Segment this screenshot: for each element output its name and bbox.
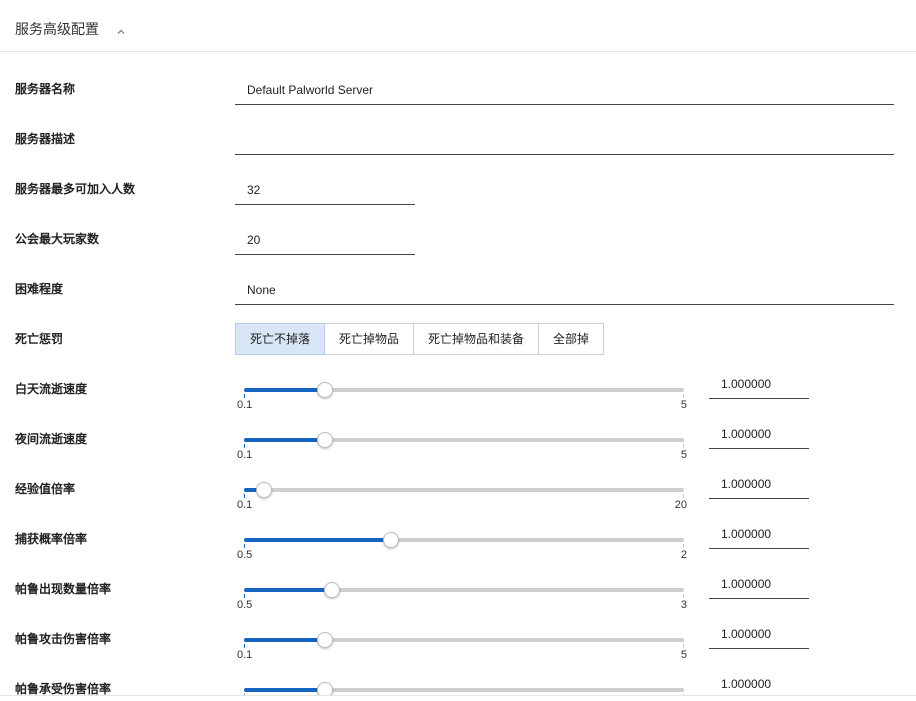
slider-min-tick [244, 644, 245, 648]
pal-damage-dealt-min-label: 0.1 [237, 649, 253, 661]
pal-spawn-rate-min-label: 0.5 [237, 599, 253, 611]
exp-rate-max-label: 20 [674, 499, 687, 511]
day-speed-slider[interactable] [244, 380, 684, 400]
slider-min-tick [244, 494, 245, 498]
slider-min-tick [244, 594, 245, 598]
capture-rate-min-label: 0.5 [237, 549, 253, 561]
guild-max-players-label: 公会最大玩家数 [15, 232, 100, 246]
pal-damage-taken-label: 帕鲁承受伤害倍率 [15, 682, 112, 695]
night-speed-value-input[interactable] [709, 419, 809, 449]
slider-thumb[interactable] [317, 632, 333, 648]
death-penalty-label: 死亡惩罚 [15, 332, 64, 346]
slider-fill [244, 588, 332, 592]
chevron-up-icon[interactable] [116, 24, 126, 34]
pal-damage-taken-slider[interactable] [244, 680, 684, 695]
exp-rate-label: 经验值倍率 [15, 482, 76, 496]
server-name-label: 服务器名称 [15, 82, 76, 96]
slider-thumb[interactable] [317, 382, 333, 398]
death-penalty-option-drop-items[interactable]: 死亡掉物品 [324, 323, 415, 355]
slider-min-tick [244, 394, 245, 398]
server-name-input[interactable] [235, 75, 894, 105]
pal-damage-dealt-label: 帕鲁攻击伤害倍率 [15, 632, 112, 646]
slider-max-tick [683, 594, 684, 598]
settings-form: 服务器名称 服务器描述 服务器最多可加入人数 公会最大玩家数 困难程度 死亡惩罚… [0, 53, 916, 695]
day-speed-label: 白天流逝速度 [15, 382, 88, 396]
section-title: 服务高级配置 [15, 21, 99, 37]
exp-rate-value-input[interactable] [709, 469, 809, 499]
day-speed-value-input[interactable] [709, 369, 809, 399]
slider-track [244, 488, 684, 492]
pal-spawn-rate-max-label: 3 [680, 599, 687, 611]
slider-thumb[interactable] [324, 582, 340, 598]
day-speed-min-label: 0.1 [237, 399, 253, 411]
capture-rate-slider[interactable] [244, 530, 684, 550]
capture-rate-label: 捕获概率倍率 [15, 532, 88, 546]
pal-damage-dealt-value-input[interactable] [709, 619, 809, 649]
slider-thumb[interactable] [317, 682, 333, 695]
death-penalty-option-drop-items-equipment[interactable]: 死亡掉物品和装备 [413, 323, 540, 355]
slider-thumb[interactable] [317, 432, 333, 448]
slider-min-tick [244, 544, 245, 548]
capture-rate-value-input[interactable] [709, 519, 809, 549]
slider-fill [244, 438, 325, 442]
slider-min-tick [244, 444, 245, 448]
pal-damage-taken-value-input[interactable] [709, 669, 809, 695]
night-speed-min-label: 0.1 [237, 449, 253, 461]
pal-damage-dealt-max-label: 5 [680, 649, 687, 661]
server-description-label: 服务器描述 [15, 132, 76, 146]
slider-max-tick [683, 444, 684, 448]
death-penalty-selector: 死亡不掉落 死亡掉物品 死亡掉物品和装备 全部掉 [235, 323, 605, 355]
exp-rate-slider[interactable] [244, 480, 684, 500]
pal-damage-dealt-slider[interactable] [244, 630, 684, 650]
difficulty-label: 困难程度 [15, 282, 64, 296]
divider [0, 695, 916, 696]
slider-fill [244, 638, 325, 642]
slider-max-tick [683, 544, 684, 548]
death-penalty-option-no-drop[interactable]: 死亡不掉落 [235, 323, 326, 355]
death-penalty-option-drop-all[interactable]: 全部掉 [538, 323, 605, 355]
slider-fill [244, 388, 325, 392]
max-players-input[interactable] [235, 175, 415, 205]
slider-max-tick [683, 494, 684, 498]
night-speed-slider[interactable] [244, 430, 684, 450]
slider-max-tick [683, 644, 684, 648]
slider-fill [244, 538, 391, 542]
exp-rate-min-label: 0.1 [237, 499, 253, 511]
slider-thumb[interactable] [383, 532, 399, 548]
server-description-input[interactable] [235, 125, 894, 155]
day-speed-max-label: 5 [680, 399, 687, 411]
difficulty-input[interactable] [235, 275, 894, 305]
slider-fill [244, 688, 325, 692]
pal-spawn-rate-value-input[interactable] [709, 569, 809, 599]
pal-spawn-rate-label: 帕鲁出现数量倍率 [15, 582, 112, 596]
section-header: 服务高级配置 [0, 0, 916, 52]
night-speed-max-label: 5 [680, 449, 687, 461]
capture-rate-max-label: 2 [680, 549, 687, 561]
pal-spawn-rate-slider[interactable] [244, 580, 684, 600]
night-speed-label: 夜间流逝速度 [15, 432, 88, 446]
guild-max-players-input[interactable] [235, 225, 415, 255]
slider-thumb[interactable] [256, 482, 272, 498]
slider-max-tick [683, 394, 684, 398]
max-players-label: 服务器最多可加入人数 [15, 182, 136, 196]
